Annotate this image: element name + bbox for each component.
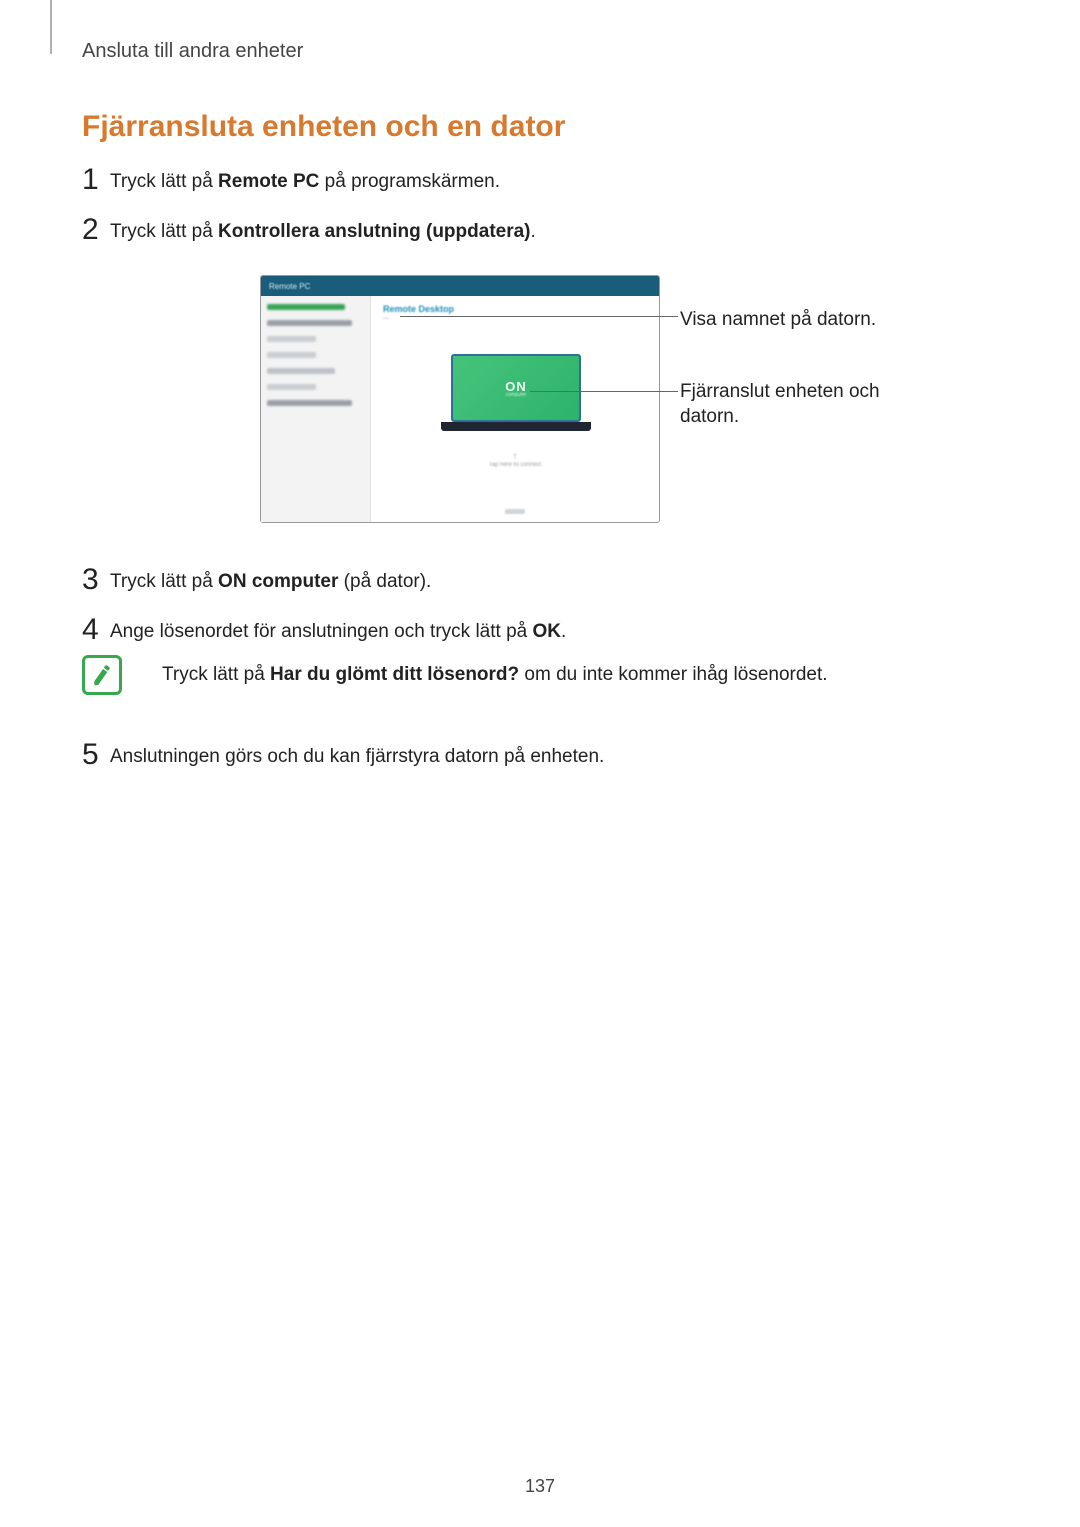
- step-5: 5 Anslutningen görs och du kan fjärrstyr…: [82, 740, 604, 770]
- text-bold: Har du glömt ditt lösenord?: [270, 664, 519, 685]
- step-2: 2 Tryck lätt på Kontrollera anslutning (…: [82, 215, 902, 245]
- under-laptop-caption: ↑ Tap here to connect: [489, 451, 542, 468]
- step-text: Anslutningen görs och du kan fjärrstyra …: [110, 740, 604, 768]
- text-post: .: [561, 621, 566, 642]
- step-number: 3: [82, 565, 110, 595]
- tablet-main: Remote Desktop — ON computer ↑ Tap here …: [371, 296, 659, 522]
- sidebar-text-line: [267, 384, 316, 390]
- step-text: Tryck lätt på Kontrollera anslutning (up…: [110, 215, 536, 243]
- step-1: 1 Tryck lätt på Remote PC på programskär…: [82, 165, 902, 195]
- text-pre: Tryck lätt på: [162, 664, 270, 685]
- section-title: Fjärransluta enheten och en dator: [82, 110, 565, 144]
- page-number: 137: [525, 1476, 555, 1497]
- margin-rule: [50, 0, 52, 54]
- text-bold: Kontrollera anslutning (uppdatera): [218, 221, 530, 242]
- text-bold: Remote PC: [218, 171, 319, 192]
- step-text: Tryck lätt på ON computer (på dator).: [110, 565, 431, 593]
- sidebar-text-line: [267, 400, 352, 406]
- callout-line: [400, 316, 678, 317]
- topbar-title: Remote PC: [269, 282, 310, 291]
- sidebar-text-line: [267, 304, 345, 310]
- step-number: 5: [82, 740, 110, 770]
- step-number: 4: [82, 615, 110, 645]
- text-post: på programskärmen.: [319, 171, 500, 192]
- steps-lower: 3 Tryck lätt på ON computer (på dator). …: [82, 565, 902, 665]
- sidebar-text-line: [267, 352, 316, 358]
- text-pre: Tryck lätt på: [110, 221, 218, 242]
- text-bold: ON computer: [218, 571, 338, 592]
- sidebar-text-line: [267, 320, 352, 326]
- laptop-screen: ON computer: [451, 354, 581, 422]
- tablet-topbar: Remote PC: [261, 276, 659, 296]
- breadcrumb: Ansluta till andra enheter: [82, 40, 303, 63]
- callout-line: [530, 391, 678, 392]
- step-text: Tryck lätt på Remote PC på programskärme…: [110, 165, 500, 193]
- text-pre: Tryck lätt på: [110, 571, 218, 592]
- text-post: (på dator).: [338, 571, 431, 592]
- laptop-illustration: ON computer: [451, 354, 581, 434]
- note-icon: [82, 655, 122, 695]
- callout-text-2: Fjärranslut enheten och datorn.: [680, 380, 900, 429]
- main-label: Remote Desktop: [383, 304, 454, 314]
- step-number: 1: [82, 165, 110, 195]
- sidebar-text-line: [267, 368, 335, 374]
- text-post: .: [531, 221, 536, 242]
- pagination-dot: [505, 509, 525, 514]
- step-3: 3 Tryck lätt på ON computer (på dator).: [82, 565, 902, 595]
- text-pre: Ange lösenordet för anslutningen och try…: [110, 621, 532, 642]
- tablet-sidebar: [261, 296, 371, 522]
- laptop-base: [441, 422, 591, 431]
- tablet-body: Remote Desktop — ON computer ↑ Tap here …: [261, 296, 659, 522]
- laptop-on-sub: computer: [506, 392, 527, 398]
- note: Tryck lätt på Har du glömt ditt lösenord…: [82, 655, 902, 695]
- up-arrow-icon: ↑: [489, 451, 542, 462]
- main-sublabel: —: [383, 316, 389, 322]
- tablet-mockup: Remote PC Remote Desktop — ON: [260, 275, 660, 523]
- text-post: om du inte kommer ihåg lösenordet.: [519, 664, 827, 685]
- sidebar-text-line: [267, 336, 316, 342]
- callout-text-1: Visa namnet på datorn.: [680, 308, 900, 333]
- under-text: Tap here to connect: [489, 462, 542, 468]
- text-pre: Tryck lätt på: [110, 171, 218, 192]
- note-text: Tryck lätt på Har du glömt ditt lösenord…: [162, 664, 902, 686]
- steps-upper: 1 Tryck lätt på Remote PC på programskär…: [82, 165, 902, 265]
- step-number: 2: [82, 215, 110, 245]
- step-text: Ange lösenordet för anslutningen och try…: [110, 615, 566, 643]
- text-bold: OK: [532, 621, 561, 642]
- pencil-icon: [88, 661, 116, 689]
- step-4: 4 Ange lösenordet för anslutningen och t…: [82, 615, 902, 645]
